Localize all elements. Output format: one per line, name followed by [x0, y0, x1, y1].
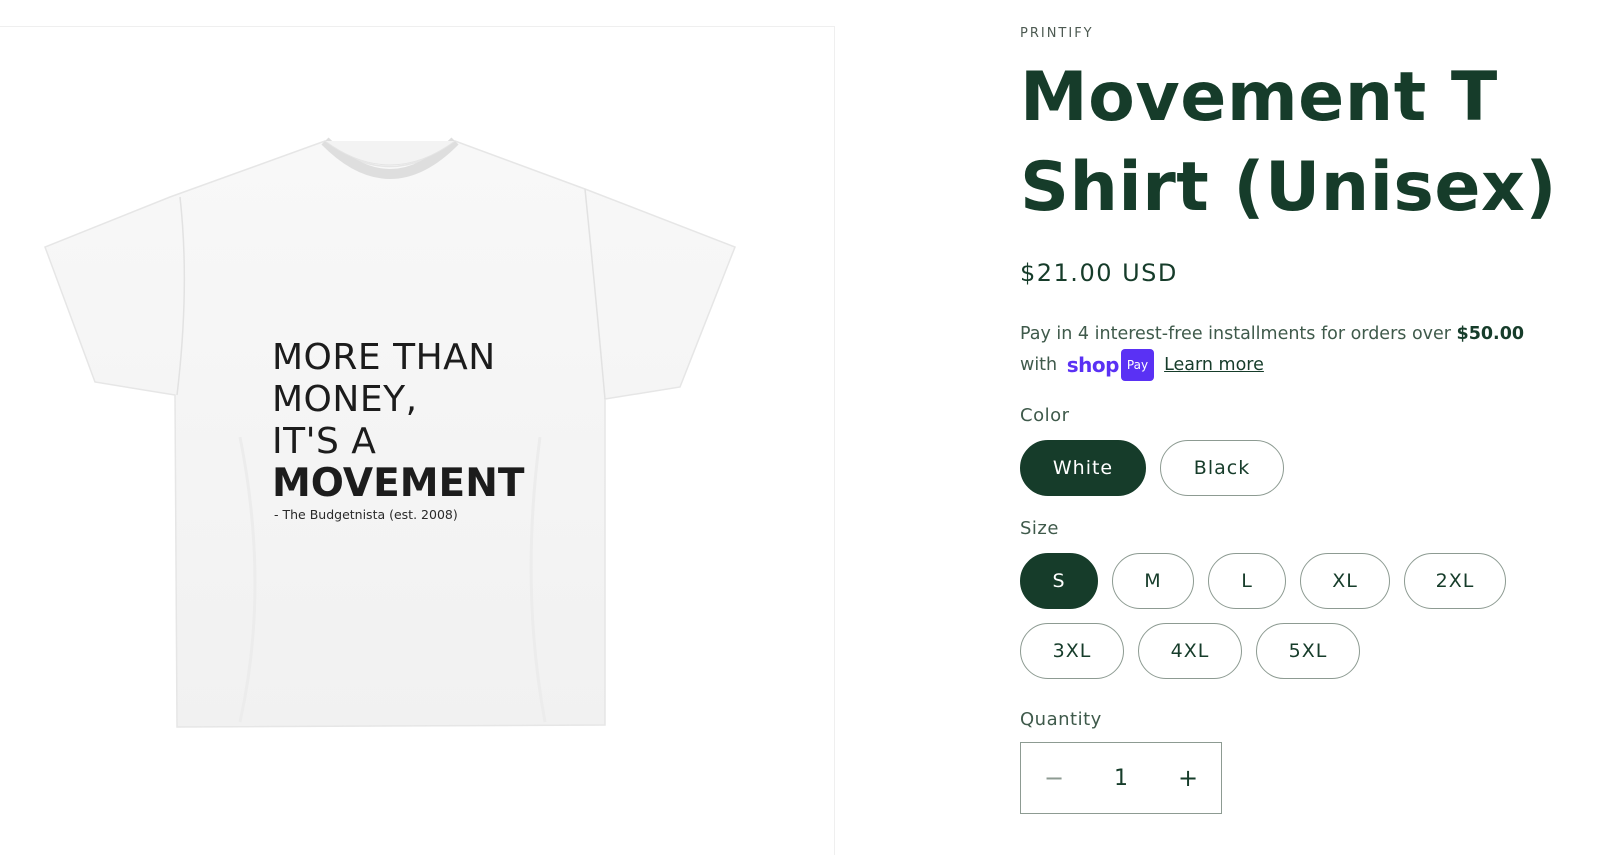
print-line-2: MONEY,: [272, 379, 418, 420]
color-label: Color: [1020, 405, 1070, 426]
product-media: MORE THAN MONEY, IT'S A MOVEMENT - The B…: [0, 26, 835, 855]
color-options: White Black: [1020, 440, 1580, 496]
quantity-input[interactable]: [1091, 743, 1151, 813]
size-option-3xl[interactable]: 3XL: [1020, 623, 1124, 679]
color-option-white[interactable]: White: [1020, 440, 1146, 496]
shirt-print-text: MORE THAN MONEY, IT'S A MOVEMENT - The B…: [272, 337, 532, 522]
product-image[interactable]: MORE THAN MONEY, IT'S A MOVEMENT - The B…: [40, 137, 760, 777]
print-line-1: MORE THAN: [272, 337, 496, 378]
size-option-xl[interactable]: XL: [1300, 553, 1390, 609]
shop-pay-logo: shop: [1066, 353, 1120, 377]
print-line-3: IT'S A: [272, 421, 377, 462]
size-label: Size: [1020, 518, 1059, 539]
quantity-label: Quantity: [1020, 709, 1102, 730]
quantity-decrease-button[interactable]: −: [1021, 743, 1087, 813]
installments-message: Pay in 4 interest-free installments for …: [1020, 319, 1560, 381]
shop-pay-badge: Pay: [1120, 349, 1155, 381]
product-page: MORE THAN MONEY, IT'S A MOVEMENT - The B…: [0, 0, 1600, 855]
color-option-black[interactable]: Black: [1160, 440, 1284, 496]
installments-text: Pay in 4 interest-free installments for …: [1020, 324, 1457, 344]
installments-with: with: [1020, 355, 1058, 375]
product-title: Movement T Shirt (Unisex): [1020, 58, 1557, 227]
installments-threshold: $50.00: [1456, 324, 1525, 344]
print-credit: - The Budgetnista (est. 2008): [274, 507, 458, 522]
size-option-s[interactable]: S: [1020, 553, 1098, 609]
print-line-strong: MOVEMENT: [272, 461, 525, 506]
product-price: $21.00 USD: [1020, 259, 1178, 287]
size-options: S M L XL 2XL 3XL 4XL 5XL: [1020, 553, 1540, 679]
size-option-4xl[interactable]: 4XL: [1138, 623, 1242, 679]
size-option-l[interactable]: L: [1208, 553, 1286, 609]
quantity-increase-button[interactable]: +: [1155, 743, 1221, 813]
product-info: PRINTIFY Movement T Shirt (Unisex) $21.0…: [1020, 26, 1580, 814]
product-vendor: PRINTIFY: [1020, 26, 1094, 41]
size-option-m[interactable]: M: [1112, 553, 1194, 609]
quantity-stepper: − +: [1020, 742, 1222, 814]
size-option-2xl[interactable]: 2XL: [1404, 553, 1506, 609]
learn-more-link[interactable]: Learn more: [1164, 355, 1264, 375]
size-option-5xl[interactable]: 5XL: [1256, 623, 1360, 679]
